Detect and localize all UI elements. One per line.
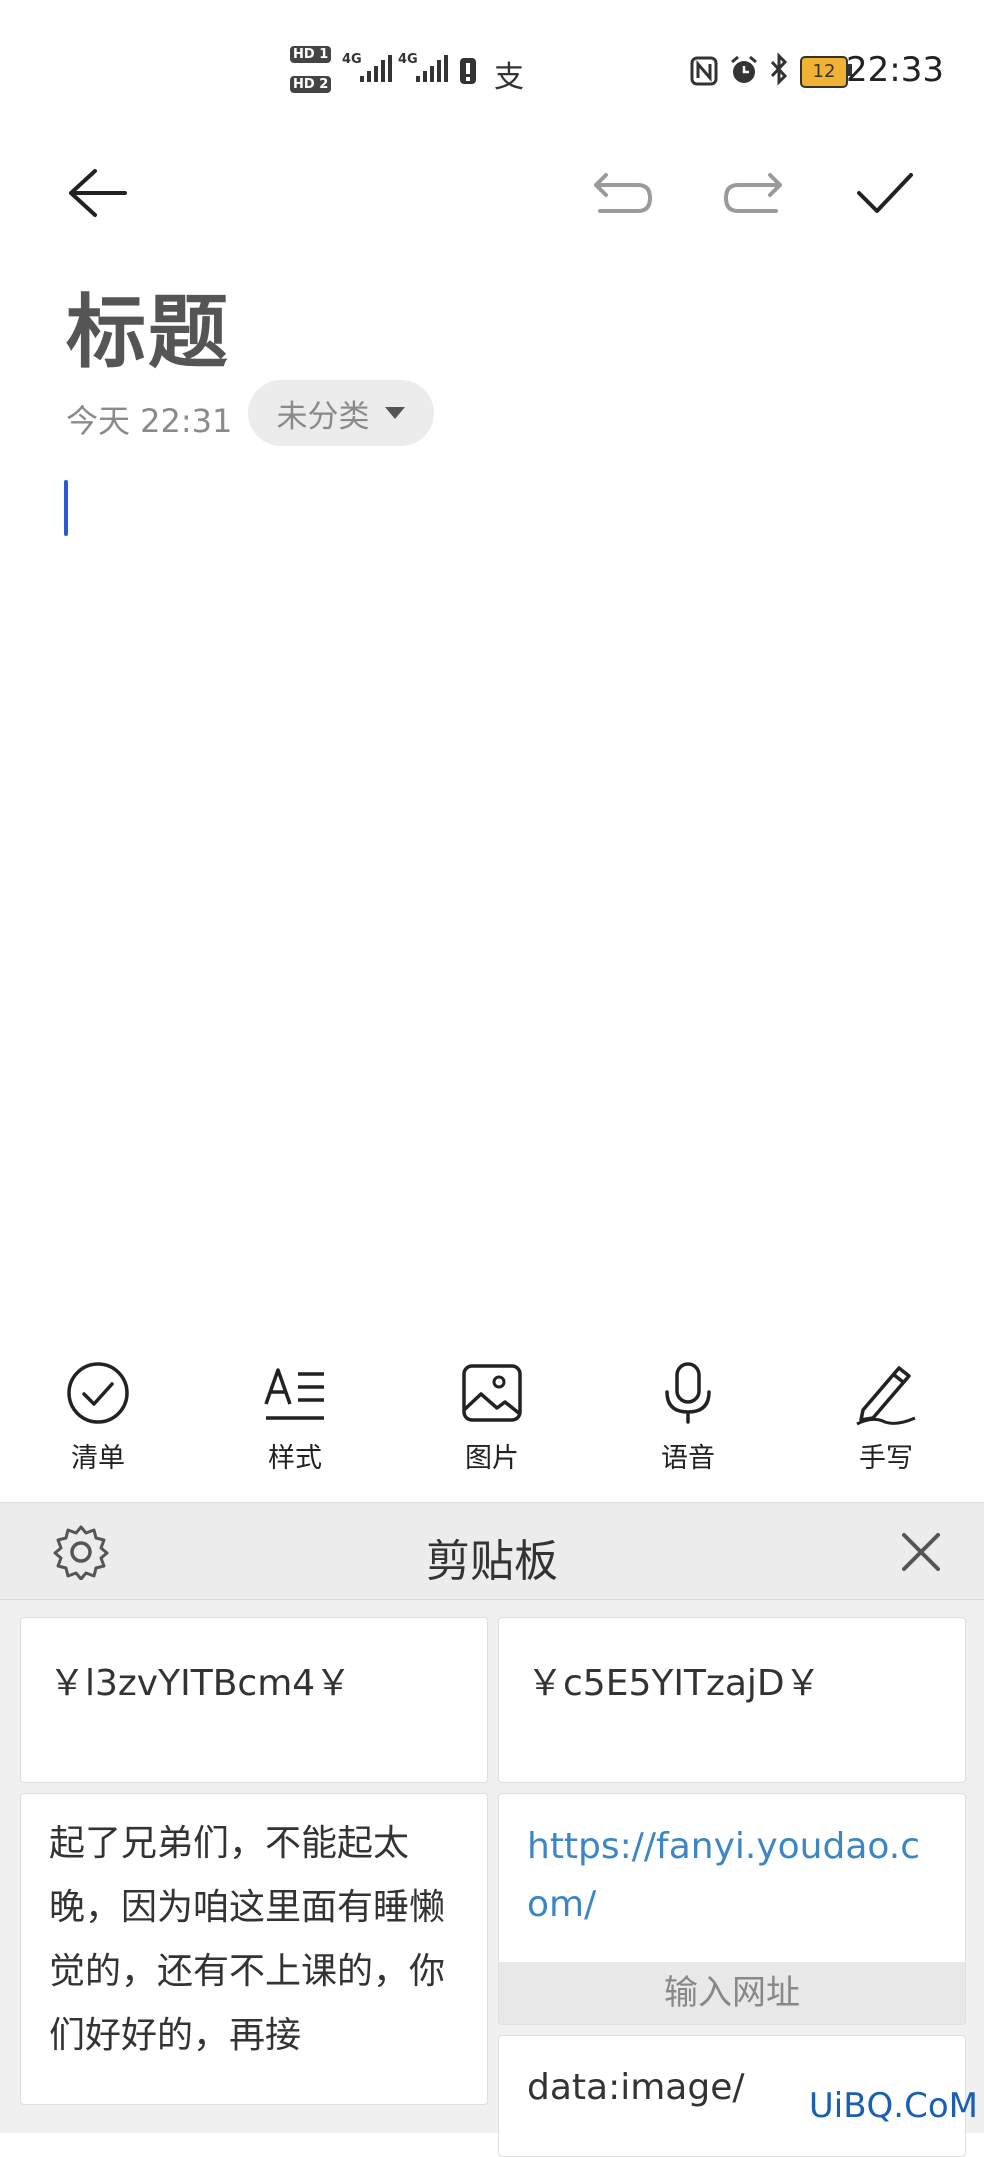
tool-label: 样式 — [268, 1443, 322, 1474]
alipay-icon: 支 — [494, 60, 524, 95]
bluetooth-icon — [770, 52, 788, 86]
clipboard-item-link[interactable]: https://fanyi.youdao.com/ 输入网址 — [498, 1793, 966, 2025]
undo-button[interactable] — [578, 148, 668, 238]
tool-label: 手写 — [859, 1443, 913, 1474]
note-title[interactable]: 标题 — [66, 268, 230, 384]
hd2-badge: HD 2 — [290, 76, 332, 93]
tool-label: 清单 — [71, 1443, 125, 1474]
clipboard-title: 剪贴板 — [426, 1536, 558, 1587]
tool-voice[interactable]: 语音 — [628, 1360, 748, 1490]
status-time: 22:33 — [846, 50, 944, 90]
alarm-icon — [731, 55, 757, 83]
clipboard-close-button[interactable] — [876, 1507, 966, 1597]
clipboard-item-text: ￥l3zvYITBcm4￥ — [49, 1663, 352, 1704]
clipboard-item[interactable]: 起了兄弟们，不能起太晚，因为咱这里面有睡懒觉的，还有不上课的，你们好好的，再接 — [20, 1793, 488, 2105]
note-date: 今天 22:31 — [66, 402, 233, 440]
clipboard-header: 剪贴板 — [0, 1503, 984, 1600]
check-icon — [857, 173, 913, 213]
status-bar: HD 1 HD 2 4G 4G 支 12 22:33 — [0, 0, 984, 140]
back-button[interactable] — [52, 148, 142, 238]
clipboard-item-text: ￥c5E5YITzajD￥ — [527, 1663, 821, 1704]
battery-level: 12 — [812, 61, 836, 82]
save-check-button[interactable] — [840, 148, 930, 238]
image-icon — [462, 1364, 522, 1422]
microphone-icon — [665, 1362, 711, 1424]
clipboard-panel: 剪贴板 ￥l3zvYITBcm4￥ ￥c5E5YITzajD￥ 起了兄弟们，不能… — [0, 1502, 984, 2157]
hd1-badge: HD 1 — [290, 46, 332, 63]
close-icon — [902, 1533, 940, 1571]
open-url-button[interactable]: 输入网址 — [499, 1962, 965, 2024]
category-label: 未分类 — [276, 398, 370, 435]
tool-style[interactable]: 样式 — [235, 1360, 355, 1490]
tool-handwriting[interactable]: 手写 — [826, 1360, 946, 1490]
battery-icon: 12 — [800, 56, 848, 88]
redo-icon — [724, 173, 782, 213]
back-arrow-icon — [69, 169, 127, 217]
signal-icon — [360, 55, 392, 82]
tool-image[interactable]: 图片 — [432, 1360, 552, 1490]
checklist-icon — [67, 1362, 129, 1424]
dropdown-triangle-icon — [384, 407, 405, 419]
redo-button[interactable] — [708, 148, 798, 238]
nfc-icon — [690, 56, 718, 86]
clipboard-link-text[interactable]: https://fanyi.youdao.com/ — [527, 1818, 941, 1934]
tool-checklist[interactable]: 清单 — [38, 1360, 158, 1490]
clipboard-item[interactable]: ￥c5E5YITzajD￥ — [498, 1617, 966, 1783]
clipboard-item[interactable]: ￥l3zvYITBcm4￥ — [20, 1617, 488, 1783]
signal-icon-2 — [416, 55, 448, 82]
alert-icon — [460, 58, 476, 84]
undo-icon — [594, 173, 652, 213]
watermark: UiBQ.CoM — [808, 2086, 978, 2126]
text-style-icon — [264, 1368, 324, 1420]
tool-label: 语音 — [661, 1443, 715, 1474]
note-body-editor[interactable] — [40, 470, 944, 1340]
clipboard-item-text: 起了兄弟们，不能起太晚，因为咱这里面有睡懒觉的，还有不上课的，你们好好的，再接 — [49, 1823, 446, 2056]
category-dropdown[interactable]: 未分类 — [248, 380, 434, 446]
tool-label: 图片 — [465, 1443, 519, 1474]
pen-icon — [856, 1366, 916, 1426]
